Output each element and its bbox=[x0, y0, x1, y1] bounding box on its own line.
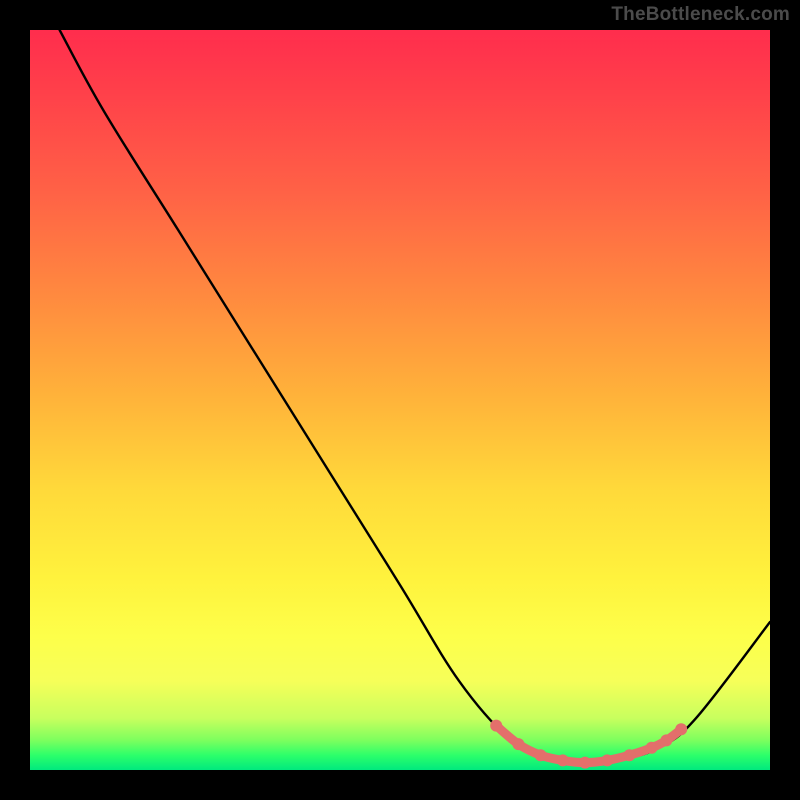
highlight-dot bbox=[490, 720, 502, 732]
highlight-dot bbox=[675, 723, 687, 735]
main-curve bbox=[60, 30, 770, 763]
watermark-text: TheBottleneck.com bbox=[611, 4, 790, 26]
highlight-dot bbox=[623, 749, 635, 761]
highlight-dot bbox=[535, 749, 547, 761]
highlight-dot bbox=[579, 757, 591, 769]
highlight-dot bbox=[660, 734, 672, 746]
chart-stage: TheBottleneck.com bbox=[0, 0, 800, 800]
highlight-dot bbox=[601, 754, 613, 766]
plot-area bbox=[30, 30, 770, 770]
highlight-dot bbox=[557, 754, 569, 766]
highlight-dot bbox=[646, 742, 658, 754]
chart-svg bbox=[30, 30, 770, 770]
highlight-dot bbox=[512, 738, 524, 750]
